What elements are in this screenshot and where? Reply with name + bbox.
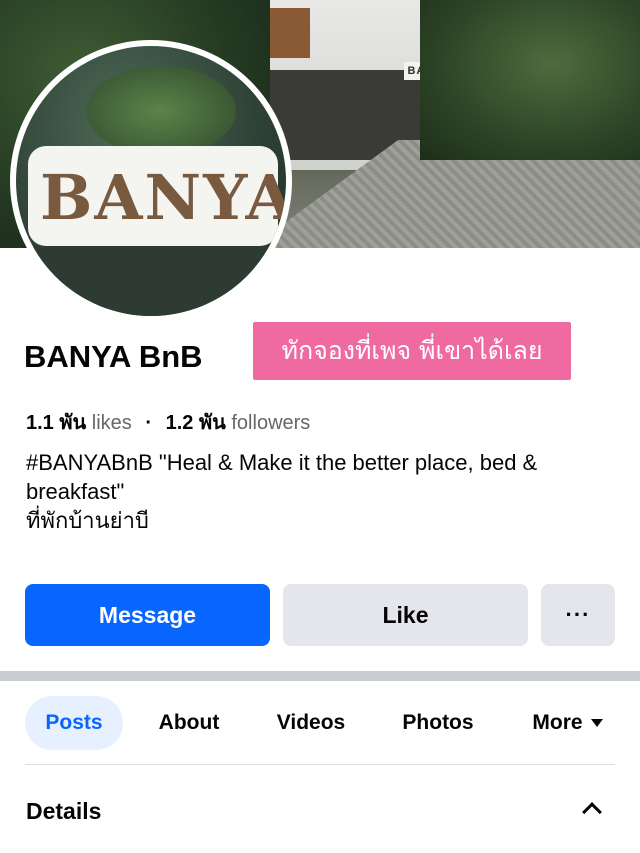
cover-balcony bbox=[270, 8, 310, 58]
promo-overlay-tag: ทักจองที่เพจ พี่เขาได้เลย bbox=[253, 322, 571, 380]
profile-picture-wall bbox=[16, 246, 286, 316]
page-stats: 1.1 พัน likes · 1.2 พัน followers bbox=[26, 406, 310, 438]
bio-line-1: #BANYABnB "Heal & Make it the better pla… bbox=[26, 450, 538, 504]
like-button[interactable]: Like bbox=[283, 584, 528, 646]
tab-more-label: More bbox=[532, 711, 583, 734]
cover-trees-right bbox=[420, 0, 640, 160]
profile-picture-foliage bbox=[86, 66, 236, 156]
details-heading: Details bbox=[26, 798, 102, 824]
page-title: BANYA BnB bbox=[24, 339, 203, 374]
followers-label[interactable]: followers bbox=[231, 412, 310, 434]
tab-photos[interactable]: Photos bbox=[388, 696, 488, 750]
profile-picture-image: BANYA bbox=[16, 46, 286, 316]
banya-logo: BANYA bbox=[40, 161, 286, 234]
profile-picture[interactable]: BANYA bbox=[10, 40, 292, 322]
stats-separator: · bbox=[145, 412, 153, 434]
tab-about[interactable]: About bbox=[140, 696, 238, 750]
followers-count: 1.2 พัน bbox=[165, 412, 226, 434]
tabs-divider bbox=[25, 764, 615, 765]
tab-videos[interactable]: Videos bbox=[262, 696, 360, 750]
tab-posts[interactable]: Posts bbox=[25, 696, 123, 750]
message-button[interactable]: Message bbox=[25, 584, 270, 646]
chevron-up-icon[interactable] bbox=[582, 802, 602, 822]
likes-label[interactable]: likes bbox=[92, 412, 132, 434]
more-options-button[interactable]: ··· bbox=[541, 584, 615, 646]
tab-more[interactable]: More bbox=[520, 696, 615, 750]
bio-line-2: ที่พักบ้านย่าบี bbox=[26, 508, 149, 533]
section-divider bbox=[0, 671, 640, 681]
page-bio: #BANYABnB "Heal & Make it the better pla… bbox=[26, 448, 626, 535]
caret-down-icon bbox=[590, 719, 603, 727]
likes-count: 1.1 พัน bbox=[26, 412, 87, 434]
